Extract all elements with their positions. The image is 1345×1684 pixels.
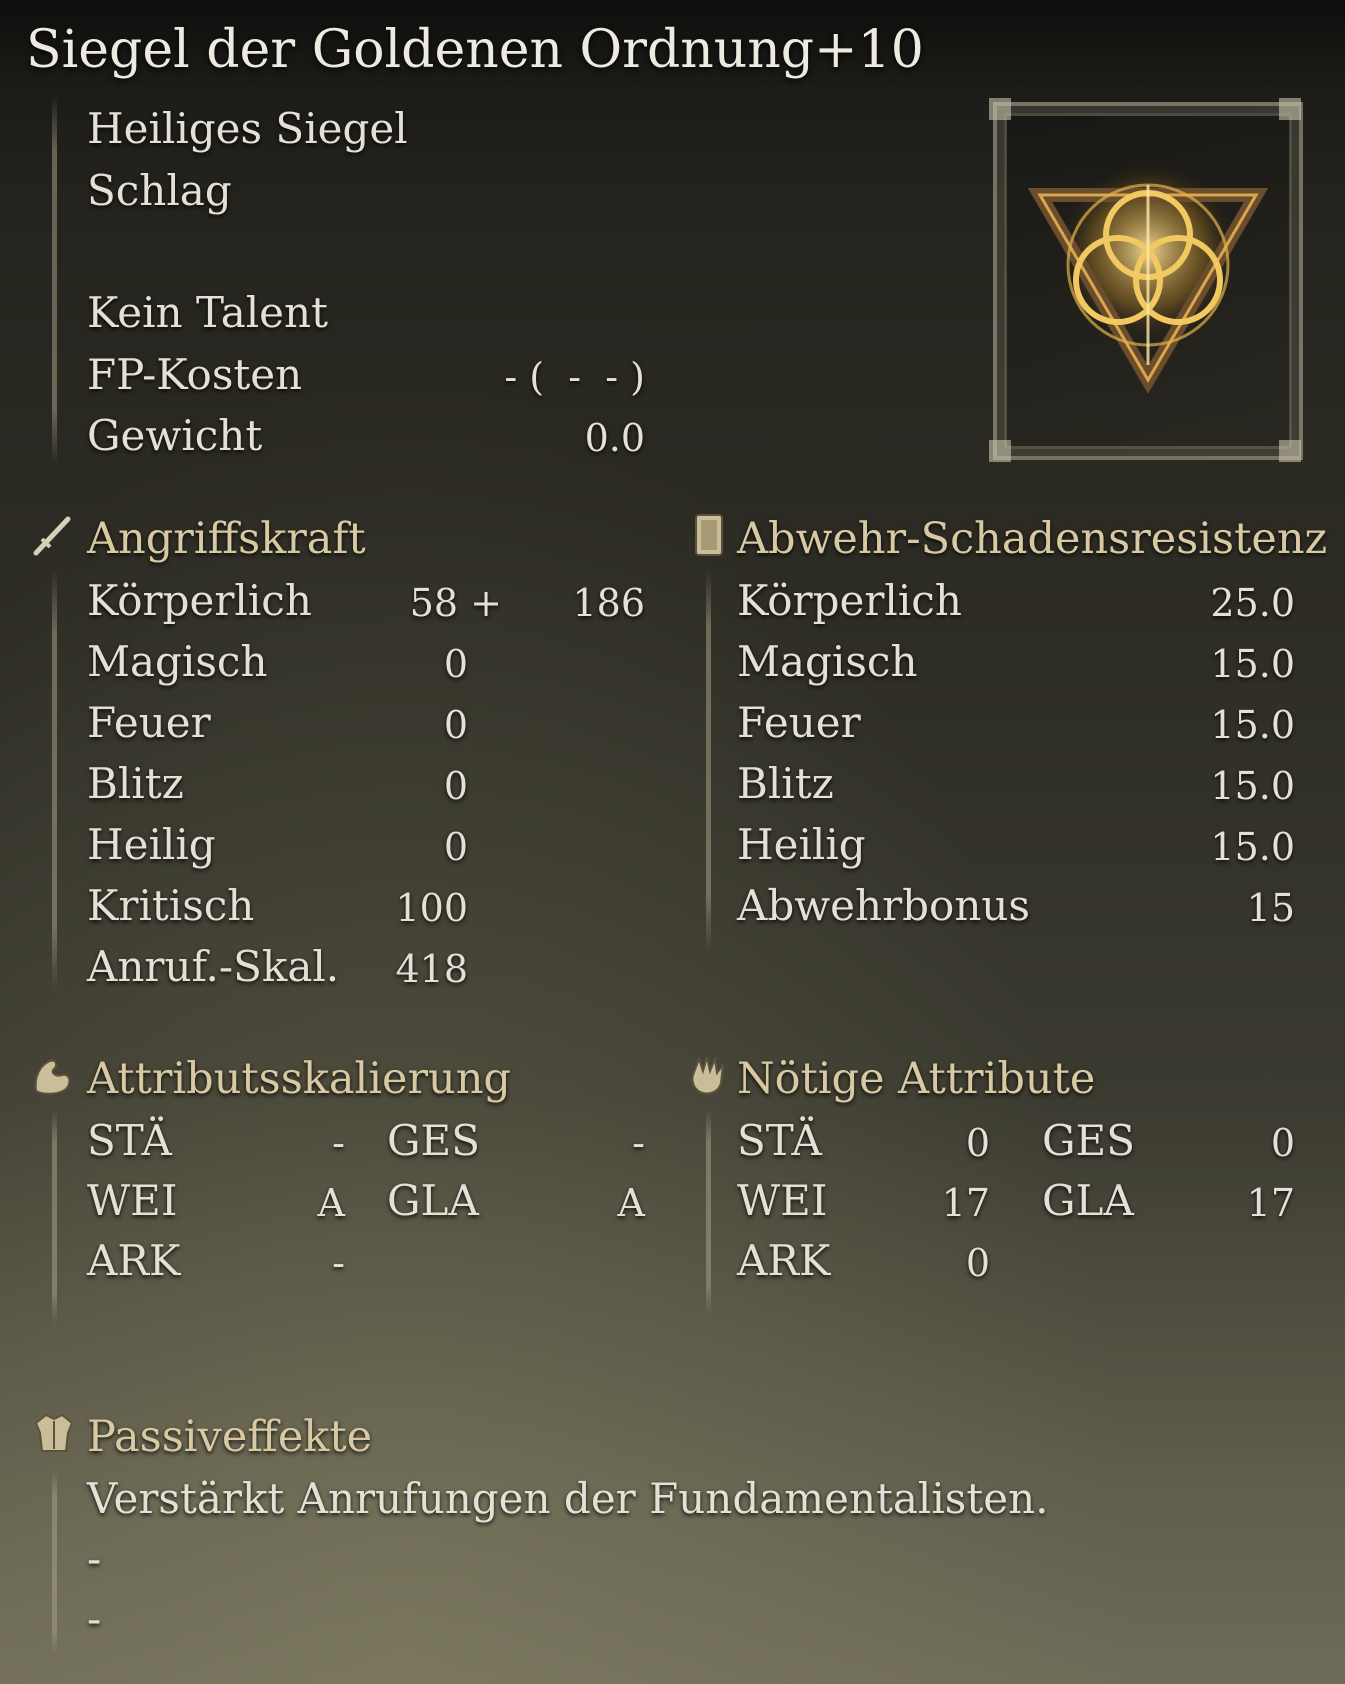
scaling-int-label: WEI bbox=[87, 1176, 178, 1225]
guard-label-magic: Magisch bbox=[737, 637, 918, 686]
requirements-heading: Nötige Attribute bbox=[737, 1054, 1096, 1104]
passive-effect-line: - bbox=[87, 1594, 102, 1643]
attack-heading: Angriffskraft bbox=[87, 514, 366, 564]
attack-bonus-physical: 186 bbox=[572, 581, 645, 625]
fp-cost-label: FP-Kosten bbox=[87, 350, 303, 399]
attack-label-holy: Heilig bbox=[87, 820, 216, 869]
scaling-dex-value: - bbox=[632, 1121, 645, 1165]
req-fai-label: GLA bbox=[1042, 1176, 1134, 1225]
guard-value-lightning: 15.0 bbox=[1210, 764, 1295, 808]
req-fai-value: 17 bbox=[1246, 1181, 1295, 1225]
scaling-str-label: STÄ bbox=[87, 1116, 172, 1165]
frame-corner bbox=[989, 440, 1011, 462]
item-category: Heiliges Siegel bbox=[87, 104, 408, 153]
item-attack-type: Schlag bbox=[87, 166, 232, 215]
frame-corner bbox=[989, 98, 1011, 120]
scaling-str-value: - bbox=[332, 1121, 345, 1165]
guard-value-fire: 15.0 bbox=[1210, 703, 1295, 747]
passive-effect-line: Verstärkt Anrufungen der Fundamentaliste… bbox=[87, 1474, 1049, 1523]
frame-corner bbox=[1279, 440, 1301, 462]
attack-label-incantation-scaling: Anruf.-Skal. bbox=[87, 942, 340, 991]
req-arc-value: 0 bbox=[965, 1241, 990, 1285]
scaling-heading: Attributsskalierung bbox=[87, 1054, 511, 1104]
guard-value-boost: 15 bbox=[1246, 886, 1295, 930]
armor-chest-icon bbox=[34, 1413, 74, 1452]
requirements-divider bbox=[706, 1110, 711, 1315]
attack-value-holy: 0 bbox=[443, 825, 468, 869]
attack-label-fire: Feuer bbox=[87, 698, 211, 747]
attack-label-physical: Körperlich bbox=[87, 576, 312, 625]
passive-effect-line: - bbox=[87, 1534, 102, 1583]
guard-divider bbox=[706, 570, 711, 950]
scaling-dex-label: GES bbox=[387, 1116, 480, 1165]
req-dex-value: 0 bbox=[1270, 1121, 1295, 1165]
req-dex-label: GES bbox=[1042, 1116, 1135, 1165]
item-skill: Kein Talent bbox=[87, 288, 328, 337]
scaling-int-value: A bbox=[317, 1181, 345, 1225]
guard-heading: Abwehr-Schadensresistenz bbox=[737, 514, 1328, 564]
weight-label: Gewicht bbox=[87, 411, 263, 460]
guard-label-boost: Abwehrbonus bbox=[737, 881, 1030, 930]
passive-heading: Passiveffekte bbox=[87, 1412, 373, 1462]
shield-icon bbox=[695, 514, 723, 556]
attack-value-magic: 0 bbox=[443, 642, 468, 686]
frame-corner bbox=[1279, 98, 1301, 120]
guard-label-physical: Körperlich bbox=[737, 576, 962, 625]
flexed-arm-icon bbox=[34, 1059, 71, 1095]
scaling-fai-value: A bbox=[617, 1181, 645, 1225]
scaling-divider bbox=[52, 1110, 57, 1325]
weight-value: 0.0 bbox=[584, 416, 645, 460]
attack-value-lightning: 0 bbox=[443, 764, 468, 808]
attack-label-critical: Kritisch bbox=[87, 881, 255, 930]
req-int-label: WEI bbox=[737, 1176, 828, 1225]
guard-value-physical: 25.0 bbox=[1210, 581, 1295, 625]
sword-icon bbox=[33, 516, 71, 556]
guard-label-holy: Heilig bbox=[737, 820, 866, 869]
attack-label-lightning: Blitz bbox=[87, 759, 184, 808]
attack-value-physical: 58 + bbox=[409, 581, 502, 625]
attack-value-fire: 0 bbox=[443, 703, 468, 747]
req-str-value: 0 bbox=[965, 1121, 990, 1165]
guard-value-holy: 15.0 bbox=[1210, 825, 1295, 869]
scaling-arc-value: - bbox=[332, 1241, 345, 1285]
req-str-label: STÄ bbox=[737, 1116, 822, 1165]
attack-divider bbox=[52, 570, 57, 990]
item-title: Siegel der Goldenen Ordnung+10 bbox=[26, 20, 924, 80]
fp-cost-value: - ( - - ) bbox=[504, 355, 645, 399]
passive-divider bbox=[52, 1470, 57, 1655]
req-int-value: 17 bbox=[941, 1181, 990, 1225]
scaling-arc-label: ARK bbox=[87, 1236, 181, 1285]
open-hand-icon bbox=[691, 1055, 725, 1095]
guard-value-magic: 15.0 bbox=[1210, 642, 1295, 686]
attack-value-incantation-scaling: 418 bbox=[395, 947, 468, 991]
scaling-fai-label: GLA bbox=[387, 1176, 479, 1225]
guard-label-lightning: Blitz bbox=[737, 759, 834, 808]
attack-value-critical: 100 bbox=[395, 886, 468, 930]
golden-order-seal-icon bbox=[1028, 165, 1268, 394]
info-divider bbox=[52, 95, 57, 465]
req-arc-label: ARK bbox=[737, 1236, 831, 1285]
attack-label-magic: Magisch bbox=[87, 637, 268, 686]
guard-label-fire: Feuer bbox=[737, 698, 861, 747]
